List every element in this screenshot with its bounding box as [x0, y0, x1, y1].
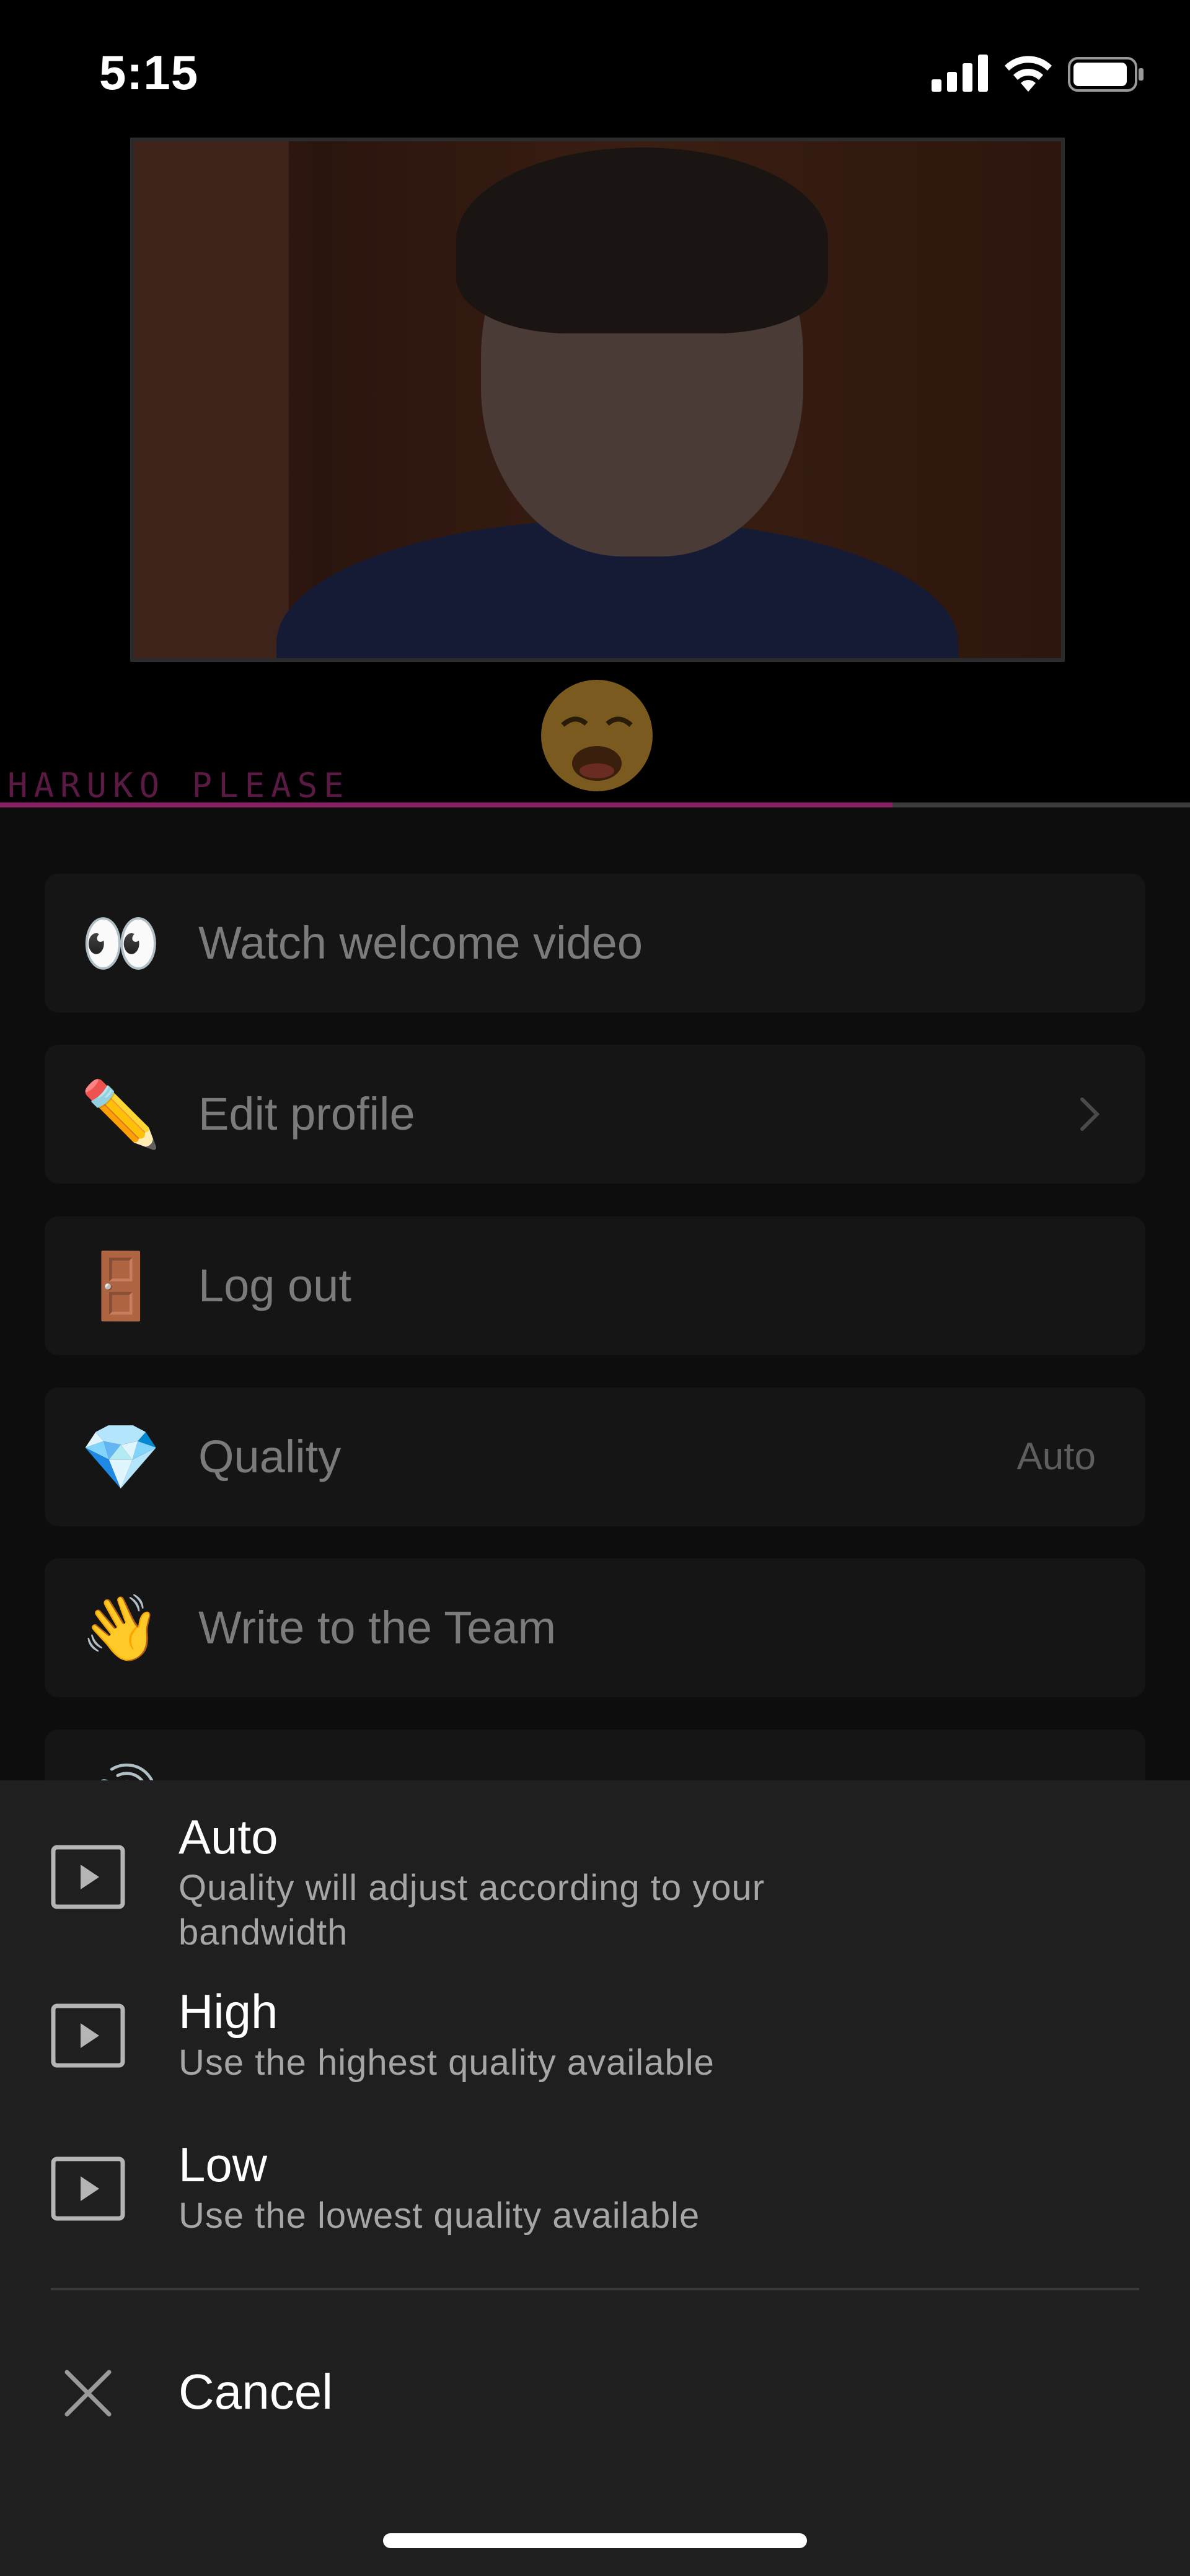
door-emoji-icon: 🚪 — [81, 1248, 161, 1324]
option-description: Quality will adjust according to your ba… — [178, 1868, 765, 1953]
waving-hand-emoji-icon: 👋 — [81, 1590, 161, 1666]
menu-item-write-to-team[interactable]: 👋 Write to the Team — [45, 1558, 1145, 1697]
menu-item-label: Watch welcome video — [198, 917, 643, 969]
menu-item-label: Write to the Team — [198, 1602, 557, 1653]
option-title: High — [178, 1984, 278, 2039]
menu-item-log-out[interactable]: 🚪 Log out — [45, 1216, 1145, 1355]
menu-item-label: Log out — [198, 1260, 351, 1311]
close-icon — [64, 2370, 112, 2417]
pencil-emoji-icon: ✏️ — [81, 1076, 161, 1152]
quality-option-auto[interactable]: Auto Quality will adjust according to yo… — [0, 1800, 1190, 1961]
play-square-icon — [51, 1845, 125, 1909]
play-square-icon — [51, 2003, 125, 2068]
option-description: Use the lowest quality available — [178, 2196, 700, 2236]
menu-item-watch-welcome-video[interactable]: 👀 Watch welcome video — [45, 874, 1145, 1013]
quality-option-low[interactable]: Low Use the lowest quality available — [0, 2133, 1190, 2257]
video-progress-track[interactable] — [0, 802, 1190, 807]
video-background — [134, 141, 289, 658]
quality-option-high[interactable]: High Use the highest quality available — [0, 1981, 1190, 2105]
status-bar: 5:15 — [0, 0, 1190, 143]
home-indicator[interactable] — [383, 2533, 807, 2548]
play-square-icon — [51, 2156, 125, 2221]
wifi-icon — [1005, 56, 1052, 92]
gem-emoji-icon: 💎 — [81, 1419, 161, 1495]
menu-item-edit-profile[interactable]: ✏️ Edit profile — [45, 1045, 1145, 1184]
menu-item-quality[interactable]: 💎 Quality Auto — [45, 1387, 1145, 1526]
video-player[interactable] — [130, 138, 1065, 662]
quality-current-value: Auto — [1016, 1435, 1096, 1478]
option-title: Auto — [178, 1809, 278, 1864]
option-description: Use the highest quality available — [178, 2042, 715, 2083]
status-time: 5:15 — [99, 45, 199, 100]
video-person-hair — [456, 147, 828, 333]
video-progress-fill — [0, 802, 892, 807]
weary-face-emoji — [541, 680, 653, 791]
chevron-right-icon — [1080, 1097, 1100, 1131]
sheet-divider — [51, 2288, 1139, 2290]
cellular-signal-icon — [932, 55, 988, 92]
battery-icon — [1068, 57, 1144, 92]
cancel-label: Cancel — [178, 2364, 333, 2419]
eyes-emoji-icon: 👀 — [81, 905, 161, 981]
menu-item-label: Edit profile — [198, 1088, 415, 1140]
cancel-button[interactable]: Cancel — [0, 2330, 1190, 2454]
watermark-text: HARUKO PLEASE — [7, 766, 350, 805]
option-title: Low — [178, 2137, 268, 2192]
menu-item-label: Quality — [198, 1431, 342, 1482]
